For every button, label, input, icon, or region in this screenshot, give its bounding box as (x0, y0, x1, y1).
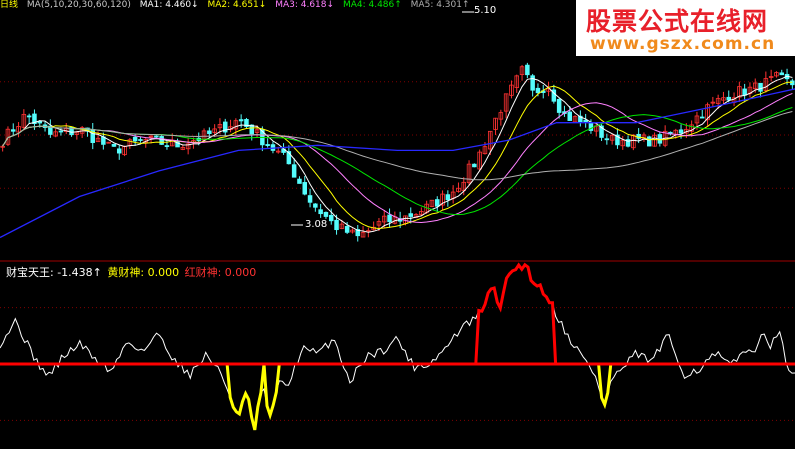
candle-body (116, 148, 122, 154)
candle-body (779, 72, 785, 76)
candle-body (207, 130, 212, 135)
watermark-url: www.gszx.com.cn (590, 34, 776, 54)
candle-body (132, 136, 138, 142)
candle-body (678, 129, 684, 134)
candle-body (291, 164, 297, 178)
indicator-main-line (0, 264, 795, 431)
indicator-legend: 财宝天王: -1.438↑ 黄财神: 0.000 红财神: 0.000 (6, 266, 258, 280)
watermark-banner: 股票公式在线网 www.gszx.com.cn (576, 0, 795, 56)
candle-body (535, 87, 541, 94)
yellow-indicator-value: 黄财神: 0.000 (107, 266, 180, 279)
candle-body (313, 203, 318, 208)
candle-body (111, 143, 117, 147)
candle-body (265, 144, 270, 146)
candle-body (344, 226, 350, 233)
candle-body (26, 115, 32, 118)
candle-body (445, 194, 451, 201)
candle-body (318, 209, 323, 215)
candle-body (408, 213, 414, 217)
yellow-indicator-line (0, 362, 795, 431)
candle-body (387, 214, 392, 223)
candle-body (583, 119, 588, 123)
candle-body (334, 219, 339, 231)
ma-line-ma1 (2, 75, 793, 233)
candle-body (10, 129, 16, 132)
ma-line-ma6 (0, 88, 795, 239)
candle-body (434, 199, 440, 207)
candle-body (238, 119, 244, 122)
chart-canvas[interactable] (0, 0, 795, 449)
ma-line-ma4 (2, 107, 793, 216)
ma-line-ma3 (2, 92, 793, 224)
high-price-label: 5.10 (474, 5, 497, 16)
candle-body (138, 139, 143, 141)
candle-body (58, 130, 64, 133)
candle-body (525, 64, 530, 76)
ma-line-ma2 (2, 81, 793, 230)
candle-body (567, 111, 573, 121)
candle-body (297, 178, 302, 184)
candle-body (556, 98, 562, 113)
candle-body (472, 163, 477, 168)
candle-body (302, 182, 308, 195)
candle-body (154, 135, 159, 138)
candle-body (726, 96, 732, 101)
candle-body (530, 75, 535, 91)
candle-body (604, 138, 610, 141)
candle-body (646, 136, 652, 147)
candle-body (323, 211, 329, 217)
low-price-label: 3.08 (305, 219, 328, 230)
red-indicator-value: 红财神: 0.000 (184, 266, 257, 279)
candle-body (758, 82, 763, 92)
candle-body (164, 145, 170, 147)
candle-body (699, 116, 705, 119)
candle-body (307, 195, 313, 203)
indicator-series (0, 262, 795, 431)
watermark-title: 股票公式在线网 (586, 7, 769, 36)
candle-body (742, 88, 747, 96)
indicator-main-value: 财宝天王: -1.438↑ (6, 266, 102, 279)
candle-body (328, 214, 334, 222)
candle-body (159, 136, 164, 145)
